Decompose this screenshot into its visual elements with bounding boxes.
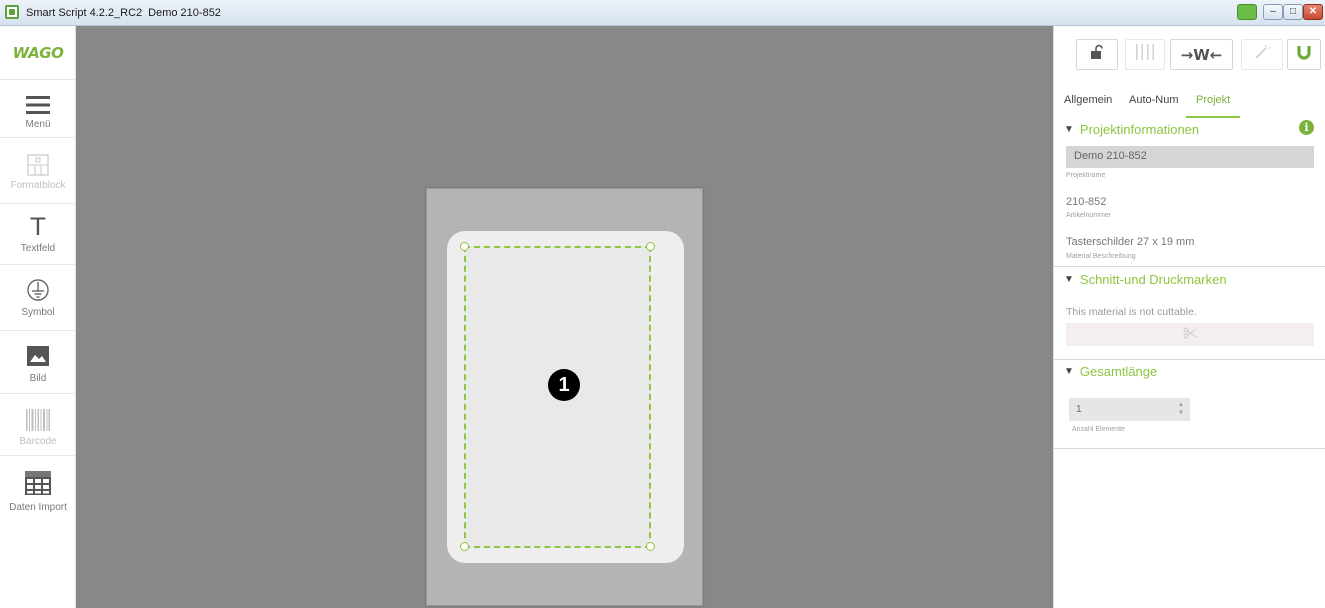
chevron-down-icon: ▼ — [1064, 274, 1074, 285]
logo-text: WAGO — [12, 43, 64, 62]
schnitt-heading: Schnitt-und Druckmarken — [1079, 272, 1227, 287]
gesamtlaenge-header[interactable]: ▼ Gesamtlänge — [1064, 364, 1157, 379]
left-toolbar: WAGO Menü Formatblock T Textfeld Symbol … — [0, 26, 76, 608]
magnet-icon — [1296, 44, 1312, 65]
wago-logo: WAGO — [0, 26, 76, 80]
barcode-button[interactable]: Barcode — [0, 394, 76, 456]
label-card[interactable]: 1 — [447, 231, 684, 563]
formatblock-button[interactable]: Formatblock — [0, 138, 76, 204]
symbol-button[interactable]: Symbol — [0, 265, 76, 331]
title-bar: Smart Script 4.2.2_RC2 Demo 210-852 – □ ✕ — [0, 0, 1325, 26]
table-import-icon — [24, 470, 52, 496]
panel-tabs: Allgemein Auto-Num Projekt — [1064, 94, 1319, 118]
text-icon: T — [30, 213, 46, 241]
section-divider — [1054, 448, 1325, 449]
magnet-button[interactable] — [1287, 39, 1321, 70]
project-name-field[interactable]: Demo 210-852 — [1066, 146, 1314, 168]
projektinfo-heading: Projektinformationen — [1079, 122, 1200, 137]
unlock-icon — [1090, 44, 1104, 65]
stepper-arrows-icon[interactable]: ▲ ▼ — [1178, 401, 1184, 417]
textfeld-button[interactable]: T Textfeld — [0, 204, 76, 265]
properties-panel: →W← Allgemein Auto-Num Projekt ▼ Projekt… — [1053, 26, 1325, 608]
tab-auto-num[interactable]: Auto-Num — [1129, 94, 1179, 118]
fit-text-button[interactable]: →W← — [1170, 39, 1233, 70]
app-title: Smart Script 4.2.2_RC2 — [26, 7, 143, 19]
article-number-caption: Artikelnummer — [1066, 212, 1112, 219]
project-name-caption: Projektname — [1066, 172, 1106, 179]
cut-button[interactable] — [1066, 323, 1314, 346]
material-field: Tasterschilder 27 x 19 mm — [1066, 236, 1195, 248]
bild-label: Bild — [29, 373, 47, 384]
image-icon — [24, 343, 52, 369]
resize-handle-bottom-right[interactable] — [646, 542, 655, 551]
label-number-marker: 1 — [548, 369, 580, 401]
resize-handle-top-right[interactable] — [646, 242, 655, 251]
projektinfo-header[interactable]: ▼ Projektinformationen — [1064, 122, 1199, 137]
element-count-stepper[interactable]: 1 ▲ ▼ — [1069, 398, 1190, 421]
minimize-button[interactable]: – — [1263, 4, 1283, 20]
info-icon[interactable]: i — [1299, 120, 1314, 135]
resize-handle-top-left[interactable] — [460, 242, 469, 251]
columns-icon — [1135, 43, 1155, 66]
section-divider — [1054, 266, 1325, 267]
article-number-field: 210-852 — [1066, 196, 1107, 208]
unlock-button[interactable] — [1076, 39, 1118, 70]
print-area[interactable]: 1 — [464, 246, 651, 548]
element-count-value: 1 — [1076, 404, 1082, 415]
design-canvas[interactable]: 1 — [76, 26, 1053, 608]
schnitt-header[interactable]: ▼ Schnitt-und Druckmarken — [1064, 272, 1227, 287]
barcode-icon — [24, 407, 52, 433]
hamburger-icon — [24, 92, 52, 118]
not-cuttable-note: This material is not cuttable. — [1066, 306, 1197, 318]
menu-button[interactable]: Menü — [0, 80, 76, 138]
formatblock-label: Formatblock — [10, 180, 66, 191]
scissors-icon — [1183, 326, 1197, 344]
daten-import-label: Daten Import — [9, 502, 67, 513]
tab-projekt[interactable]: Projekt — [1186, 94, 1240, 118]
tab-allgemein[interactable]: Allgemein — [1064, 94, 1112, 118]
display-icon-button[interactable] — [1237, 4, 1257, 20]
marking-sheet[interactable]: 1 — [426, 188, 703, 606]
bild-button[interactable]: Bild — [0, 331, 76, 394]
symbol-label: Symbol — [21, 307, 55, 318]
resize-handle-bottom-left[interactable] — [460, 542, 469, 551]
maximize-button[interactable]: □ — [1283, 4, 1303, 20]
app-icon — [5, 5, 19, 19]
textfeld-label: Textfeld — [20, 243, 56, 254]
daten-import-button[interactable]: Daten Import — [0, 456, 76, 522]
barcode-label: Barcode — [19, 436, 57, 447]
chevron-down-icon: ▼ — [1064, 366, 1074, 377]
ground-symbol-icon — [24, 277, 52, 303]
section-divider — [1054, 359, 1325, 360]
chevron-down-icon: ▼ — [1064, 124, 1074, 135]
project-title: Demo 210-852 — [148, 7, 221, 19]
window-title: Smart Script 4.2.2_RC2 Demo 210-852 — [26, 7, 221, 19]
gesamtlaenge-heading: Gesamtlänge — [1079, 364, 1158, 379]
element-count-caption: Anzahl Elemente — [1072, 426, 1125, 433]
close-button[interactable]: ✕ — [1303, 4, 1323, 20]
magic-wand-icon — [1254, 44, 1270, 65]
material-caption: Material Beschreibung — [1066, 253, 1136, 260]
menu-label: Menü — [25, 119, 51, 130]
columns-button[interactable] — [1125, 39, 1165, 70]
format-block-icon — [24, 152, 52, 178]
magic-wand-button[interactable] — [1241, 39, 1283, 70]
